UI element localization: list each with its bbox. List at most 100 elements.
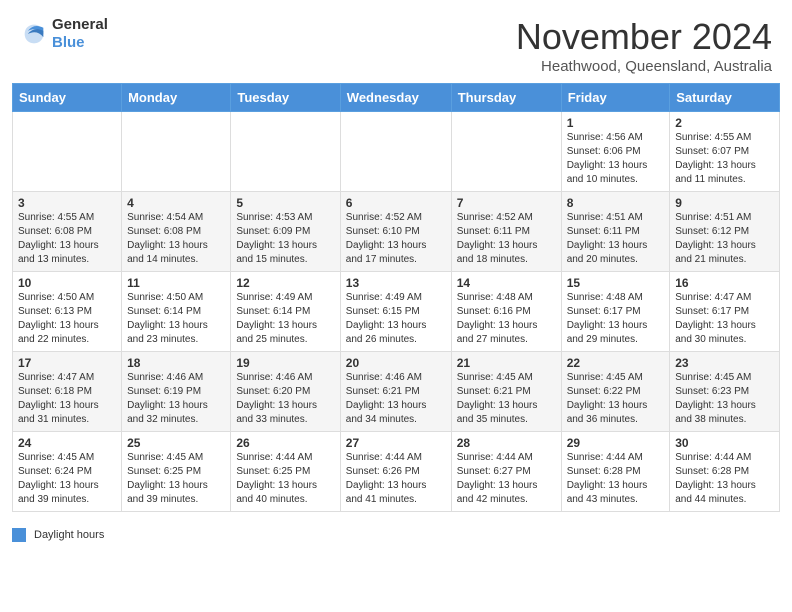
legend: Daylight hours <box>0 524 792 548</box>
calendar-cell: 9Sunrise: 4:51 AM Sunset: 6:12 PM Daylig… <box>670 192 780 272</box>
day-info: Sunrise: 4:51 AM Sunset: 6:12 PM Dayligh… <box>675 211 774 267</box>
calendar-cell: 28Sunrise: 4:44 AM Sunset: 6:27 PM Dayli… <box>451 432 561 512</box>
day-number: 1 <box>567 116 665 130</box>
calendar-cell: 22Sunrise: 4:45 AM Sunset: 6:22 PM Dayli… <box>561 352 670 432</box>
calendar-cell: 8Sunrise: 4:51 AM Sunset: 6:11 PM Daylig… <box>561 192 670 272</box>
day-number: 3 <box>18 196 116 210</box>
day-number: 28 <box>457 436 556 450</box>
day-number: 26 <box>236 436 334 450</box>
calendar-cell: 10Sunrise: 4:50 AM Sunset: 6:13 PM Dayli… <box>13 272 122 352</box>
day-info: Sunrise: 4:48 AM Sunset: 6:17 PM Dayligh… <box>567 291 665 347</box>
calendar-table: SundayMondayTuesdayWednesdayThursdayFrid… <box>12 83 780 512</box>
calendar-week-5: 24Sunrise: 4:45 AM Sunset: 6:24 PM Dayli… <box>13 432 780 512</box>
calendar-cell: 14Sunrise: 4:48 AM Sunset: 6:16 PM Dayli… <box>451 272 561 352</box>
calendar-week-2: 3Sunrise: 4:55 AM Sunset: 6:08 PM Daylig… <box>13 192 780 272</box>
calendar-cell: 30Sunrise: 4:44 AM Sunset: 6:28 PM Dayli… <box>670 432 780 512</box>
page-header: General Blue November 2024 Heathwood, Qu… <box>0 0 792 83</box>
day-number: 4 <box>127 196 225 210</box>
day-info: Sunrise: 4:47 AM Sunset: 6:18 PM Dayligh… <box>18 371 116 427</box>
day-info: Sunrise: 4:55 AM Sunset: 6:08 PM Dayligh… <box>18 211 116 267</box>
day-number: 30 <box>675 436 774 450</box>
day-number: 16 <box>675 276 774 290</box>
calendar-header-row: SundayMondayTuesdayWednesdayThursdayFrid… <box>13 84 780 112</box>
day-info: Sunrise: 4:45 AM Sunset: 6:21 PM Dayligh… <box>457 371 556 427</box>
day-of-week-friday: Friday <box>561 84 670 112</box>
title-area: November 2024 Heathwood, Queensland, Aus… <box>516 16 772 75</box>
logo-line2: Blue <box>52 34 108 52</box>
calendar-cell <box>451 112 561 192</box>
day-info: Sunrise: 4:47 AM Sunset: 6:17 PM Dayligh… <box>675 291 774 347</box>
day-info: Sunrise: 4:44 AM Sunset: 6:26 PM Dayligh… <box>346 451 446 507</box>
calendar-cell: 4Sunrise: 4:54 AM Sunset: 6:08 PM Daylig… <box>122 192 231 272</box>
day-info: Sunrise: 4:56 AM Sunset: 6:06 PM Dayligh… <box>567 131 665 187</box>
calendar-week-4: 17Sunrise: 4:47 AM Sunset: 6:18 PM Dayli… <box>13 352 780 432</box>
calendar-cell: 24Sunrise: 4:45 AM Sunset: 6:24 PM Dayli… <box>13 432 122 512</box>
calendar-cell: 29Sunrise: 4:44 AM Sunset: 6:28 PM Dayli… <box>561 432 670 512</box>
day-number: 12 <box>236 276 334 290</box>
logo-line1: General <box>52 16 108 34</box>
day-number: 27 <box>346 436 446 450</box>
day-number: 6 <box>346 196 446 210</box>
day-number: 13 <box>346 276 446 290</box>
day-number: 23 <box>675 356 774 370</box>
day-of-week-tuesday: Tuesday <box>231 84 340 112</box>
day-info: Sunrise: 4:46 AM Sunset: 6:20 PM Dayligh… <box>236 371 334 427</box>
day-info: Sunrise: 4:45 AM Sunset: 6:22 PM Dayligh… <box>567 371 665 427</box>
day-info: Sunrise: 4:48 AM Sunset: 6:16 PM Dayligh… <box>457 291 556 347</box>
calendar-cell: 16Sunrise: 4:47 AM Sunset: 6:17 PM Dayli… <box>670 272 780 352</box>
day-number: 5 <box>236 196 334 210</box>
logo: General Blue <box>20 16 108 52</box>
day-number: 10 <box>18 276 116 290</box>
day-info: Sunrise: 4:46 AM Sunset: 6:19 PM Dayligh… <box>127 371 225 427</box>
calendar-week-3: 10Sunrise: 4:50 AM Sunset: 6:13 PM Dayli… <box>13 272 780 352</box>
day-info: Sunrise: 4:44 AM Sunset: 6:27 PM Dayligh… <box>457 451 556 507</box>
day-number: 24 <box>18 436 116 450</box>
calendar-cell: 17Sunrise: 4:47 AM Sunset: 6:18 PM Dayli… <box>13 352 122 432</box>
day-number: 15 <box>567 276 665 290</box>
day-info: Sunrise: 4:45 AM Sunset: 6:23 PM Dayligh… <box>675 371 774 427</box>
month-title: November 2024 <box>516 16 772 58</box>
day-info: Sunrise: 4:44 AM Sunset: 6:25 PM Dayligh… <box>236 451 334 507</box>
calendar-cell: 18Sunrise: 4:46 AM Sunset: 6:19 PM Dayli… <box>122 352 231 432</box>
day-number: 25 <box>127 436 225 450</box>
calendar-cell: 15Sunrise: 4:48 AM Sunset: 6:17 PM Dayli… <box>561 272 670 352</box>
calendar-week-1: 1Sunrise: 4:56 AM Sunset: 6:06 PM Daylig… <box>13 112 780 192</box>
day-number: 29 <box>567 436 665 450</box>
calendar-cell <box>13 112 122 192</box>
day-info: Sunrise: 4:52 AM Sunset: 6:10 PM Dayligh… <box>346 211 446 267</box>
calendar-cell: 5Sunrise: 4:53 AM Sunset: 6:09 PM Daylig… <box>231 192 340 272</box>
day-info: Sunrise: 4:49 AM Sunset: 6:14 PM Dayligh… <box>236 291 334 347</box>
calendar-cell: 19Sunrise: 4:46 AM Sunset: 6:20 PM Dayli… <box>231 352 340 432</box>
calendar-cell <box>122 112 231 192</box>
day-number: 9 <box>675 196 774 210</box>
legend-color-box <box>12 528 26 542</box>
day-info: Sunrise: 4:45 AM Sunset: 6:24 PM Dayligh… <box>18 451 116 507</box>
day-number: 17 <box>18 356 116 370</box>
day-info: Sunrise: 4:45 AM Sunset: 6:25 PM Dayligh… <box>127 451 225 507</box>
calendar-cell: 20Sunrise: 4:46 AM Sunset: 6:21 PM Dayli… <box>340 352 451 432</box>
day-info: Sunrise: 4:50 AM Sunset: 6:13 PM Dayligh… <box>18 291 116 347</box>
calendar-cell: 26Sunrise: 4:44 AM Sunset: 6:25 PM Dayli… <box>231 432 340 512</box>
calendar-cell: 23Sunrise: 4:45 AM Sunset: 6:23 PM Dayli… <box>670 352 780 432</box>
day-info: Sunrise: 4:52 AM Sunset: 6:11 PM Dayligh… <box>457 211 556 267</box>
day-number: 19 <box>236 356 334 370</box>
day-info: Sunrise: 4:49 AM Sunset: 6:15 PM Dayligh… <box>346 291 446 347</box>
day-info: Sunrise: 4:51 AM Sunset: 6:11 PM Dayligh… <box>567 211 665 267</box>
day-info: Sunrise: 4:44 AM Sunset: 6:28 PM Dayligh… <box>675 451 774 507</box>
calendar-cell: 6Sunrise: 4:52 AM Sunset: 6:10 PM Daylig… <box>340 192 451 272</box>
day-number: 11 <box>127 276 225 290</box>
day-info: Sunrise: 4:55 AM Sunset: 6:07 PM Dayligh… <box>675 131 774 187</box>
day-of-week-sunday: Sunday <box>13 84 122 112</box>
day-number: 14 <box>457 276 556 290</box>
legend-label: Daylight hours <box>34 529 104 541</box>
calendar-cell: 12Sunrise: 4:49 AM Sunset: 6:14 PM Dayli… <box>231 272 340 352</box>
calendar-cell: 27Sunrise: 4:44 AM Sunset: 6:26 PM Dayli… <box>340 432 451 512</box>
day-of-week-saturday: Saturday <box>670 84 780 112</box>
calendar-cell: 11Sunrise: 4:50 AM Sunset: 6:14 PM Dayli… <box>122 272 231 352</box>
day-number: 18 <box>127 356 225 370</box>
day-number: 21 <box>457 356 556 370</box>
calendar-wrapper: SundayMondayTuesdayWednesdayThursdayFrid… <box>0 83 792 524</box>
calendar-cell: 7Sunrise: 4:52 AM Sunset: 6:11 PM Daylig… <box>451 192 561 272</box>
day-of-week-wednesday: Wednesday <box>340 84 451 112</box>
calendar-cell: 21Sunrise: 4:45 AM Sunset: 6:21 PM Dayli… <box>451 352 561 432</box>
